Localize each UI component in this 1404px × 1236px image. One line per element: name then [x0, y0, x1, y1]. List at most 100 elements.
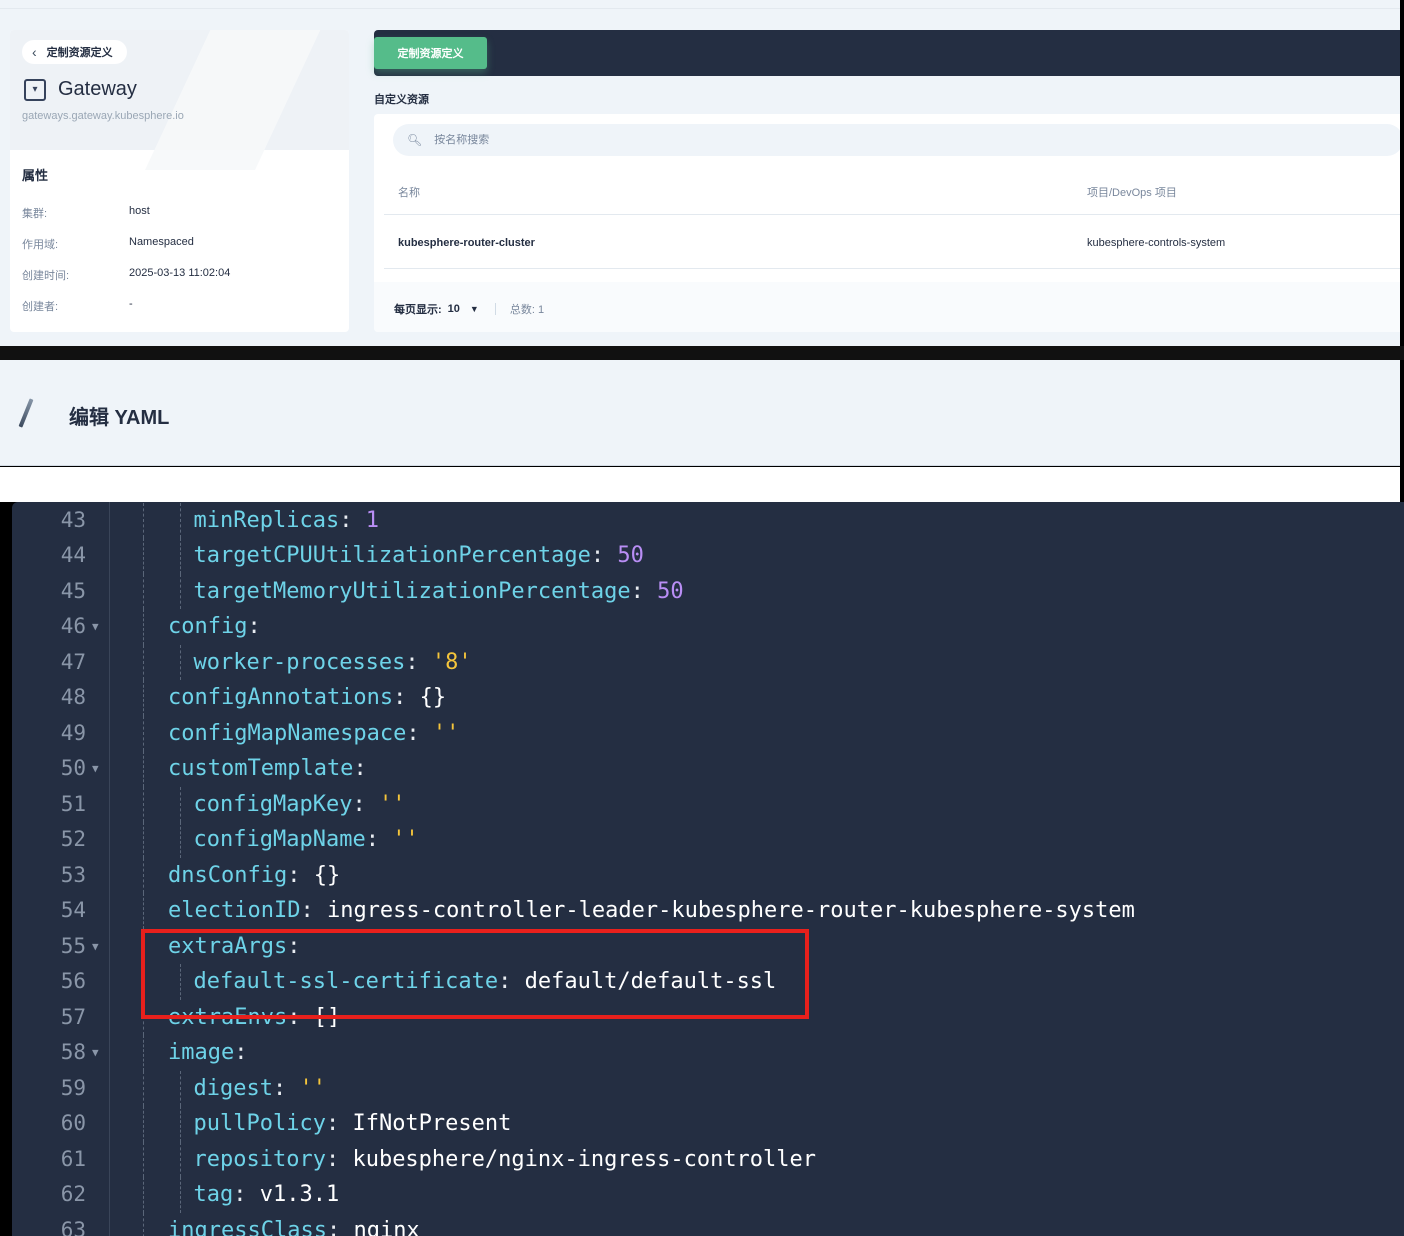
yaml-colon: : — [326, 1217, 341, 1236]
indent-guide — [180, 538, 181, 574]
indent-guide — [180, 644, 181, 680]
yaml-value: '' — [392, 827, 419, 852]
column-header-name[interactable]: 名称 — [398, 184, 420, 200]
divider — [494, 303, 496, 315]
fold-toggle-icon[interactable]: ▼ — [92, 609, 99, 645]
indent-guide — [143, 573, 144, 609]
annotation-highlight-box — [141, 929, 809, 1019]
resource-project: kubesphere-controls-system — [1087, 237, 1226, 249]
section-title: 自定义资源 — [374, 94, 429, 106]
code-text: minReplicas: 1 — [194, 503, 379, 539]
crd-info-card: ‹ 定制资源定义 ▾ Gateway gateways.gateway.kube… — [10, 30, 349, 332]
edit-yaml-header: 编辑 YAML — [0, 360, 1400, 466]
attributes-title: 属性 — [22, 168, 49, 183]
yaml-colon: : — [339, 507, 353, 533]
yaml-value: {} — [419, 685, 447, 710]
code-text: configMapNamespace: '' — [168, 716, 459, 752]
resource-name-link[interactable]: kubesphere-router-cluster — [398, 237, 535, 249]
code-line[interactable]: 46 ▼ config: — [12, 609, 1404, 645]
code-text: pullPolicy: IfNotPresent — [194, 1106, 512, 1142]
code-line[interactable]: 44 targetCPUUtilizationPercentage: 50 — [12, 538, 1404, 574]
code-line[interactable]: 50 ▼ customTemplate: — [12, 751, 1404, 787]
pencil-icon — [18, 398, 34, 428]
fold-toggle-icon[interactable]: ▼ — [92, 929, 99, 965]
yaml-value: {} — [313, 862, 341, 888]
attribute-key: 创建者: — [22, 301, 59, 313]
dialog-title: 编辑 YAML — [69, 407, 170, 429]
indent-guide — [143, 893, 144, 929]
code-line[interactable]: 63 ingressClass: nginx — [12, 1212, 1404, 1236]
code-line[interactable]: 59 digest: '' — [12, 1070, 1404, 1107]
attribute-key: 创建时间: — [22, 270, 70, 282]
divider — [0, 8, 1400, 9]
indent-guide — [143, 1106, 144, 1142]
yaml-value: '' — [432, 720, 460, 746]
resource-name: Gateway — [58, 78, 137, 100]
code-line[interactable]: 48 configAnnotations: {} — [12, 680, 1404, 716]
code-text: configAnnotations: {} — [168, 680, 446, 716]
crd-tab-button[interactable]: 定制资源定义 — [374, 37, 487, 69]
search-bar[interactable]: 🔍︎ — [393, 124, 1400, 156]
code-text: digest: '' — [194, 1071, 326, 1107]
yaml-key: targetCPUUtilizationPercentage — [193, 543, 591, 568]
yaml-colon: : — [300, 898, 314, 923]
attribute-key: 作用域: — [22, 239, 59, 251]
code-line[interactable]: 45 targetMemoryUtilizationPercentage: 50 — [12, 573, 1404, 610]
search-icon: 🔍︎ — [407, 133, 423, 147]
code-line[interactable]: 43 minReplicas: 1 — [12, 502, 1404, 539]
indent-guide — [143, 1177, 144, 1213]
yaml-value: 1 — [365, 507, 379, 533]
indent-guide — [143, 1141, 144, 1177]
code-line[interactable]: 54 electionID: ingress-controller-leader-… — [12, 893, 1404, 929]
yaml-key: configMapName — [193, 827, 366, 852]
code-line[interactable]: 61 repository: kubesphere/nginx-ingress-c… — [12, 1141, 1404, 1177]
line-number: 44 — [60, 543, 86, 567]
column-header-project[interactable]: 项目/DevOps 项目 — [1087, 184, 1177, 200]
back-button[interactable]: ‹ 定制资源定义 — [22, 40, 127, 64]
code-text: config: — [168, 609, 261, 645]
yaml-key: electionID — [168, 898, 301, 923]
indent-guide — [143, 644, 144, 680]
yaml-colon: : — [393, 685, 407, 710]
line-number: 61 — [60, 1146, 86, 1171]
caret-down-icon[interactable]: ▼ — [470, 304, 479, 314]
yaml-value: kubesphere/nginx-ingress-controller — [352, 1146, 817, 1172]
code-line[interactable]: 51 configMapKey: '' — [12, 786, 1404, 822]
yaml-value: nginx — [353, 1217, 420, 1236]
indent-guide — [180, 1141, 181, 1177]
indent-guide — [143, 609, 144, 645]
indent-guide — [143, 1212, 144, 1236]
fold-toggle-icon[interactable]: ▼ — [92, 1035, 99, 1071]
yaml-key: customTemplate — [168, 756, 354, 781]
indent-guide — [143, 538, 144, 574]
code-line[interactable]: 52 configMapName: '' — [12, 822, 1404, 858]
resource-title: ▾ Gateway — [24, 78, 137, 101]
yaml-editor[interactable]: 43 minReplicas: 1 44 targetCPUUtilizationPe… — [12, 502, 1404, 1236]
code-line[interactable]: 53 dnsConfig: {} — [12, 857, 1404, 893]
line-number: 46 — [60, 614, 86, 638]
yaml-key: repository — [193, 1146, 326, 1172]
yaml-colon: : — [590, 543, 605, 568]
code-line[interactable]: 62 tag: v1.3.1 — [12, 1177, 1404, 1213]
line-number: 63 — [60, 1217, 86, 1236]
line-number: 51 — [60, 791, 86, 816]
yaml-colon: : — [630, 578, 644, 604]
yaml-colon: : — [272, 1075, 287, 1101]
yaml-key: worker-processes — [193, 649, 406, 675]
indent-guide — [143, 1070, 144, 1106]
yaml-colon: : — [247, 614, 261, 639]
indent-guide — [143, 857, 144, 893]
search-input[interactable] — [434, 134, 1035, 146]
code-text: targetMemoryUtilizationPercentage: 50 — [194, 574, 684, 610]
per-page-select[interactable]: 10 — [448, 303, 460, 315]
line-number: 54 — [60, 898, 86, 922]
indent-guide — [143, 715, 144, 751]
code-line[interactable]: 49 configMapNamespace: '' — [12, 715, 1404, 752]
fold-toggle-icon[interactable]: ▼ — [92, 751, 99, 787]
back-label: 定制资源定义 — [46, 47, 113, 59]
line-number: 59 — [60, 1075, 86, 1100]
code-line[interactable]: 58 ▼ image: — [12, 1035, 1404, 1071]
code-line[interactable]: 60 pullPolicy: IfNotPresent — [12, 1106, 1404, 1142]
code-line[interactable]: 47 worker-processes: '8' — [12, 644, 1404, 680]
yaml-value: 50 — [657, 578, 684, 604]
